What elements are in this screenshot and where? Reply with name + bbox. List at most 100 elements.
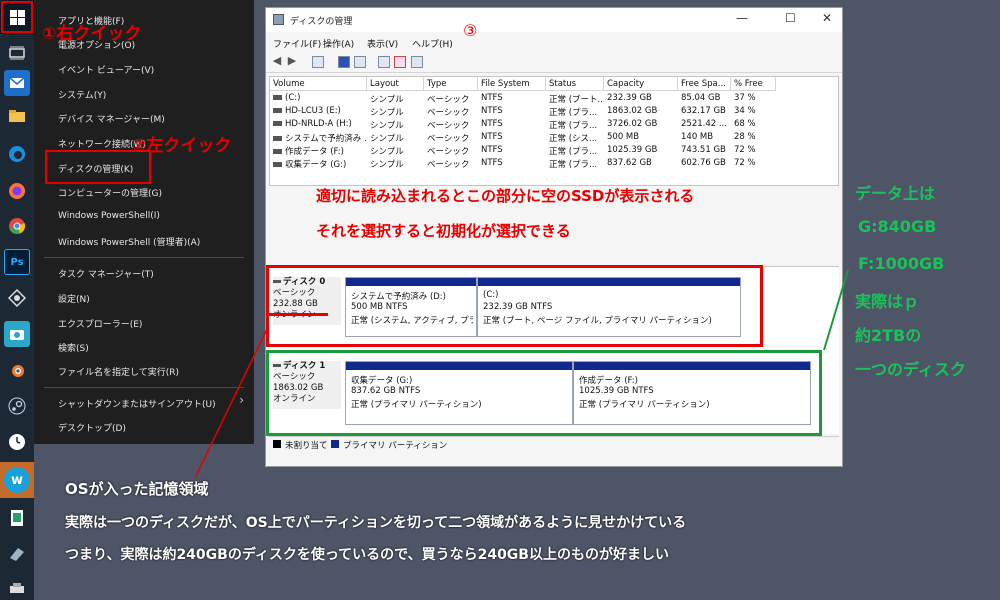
menu-item-task-manager[interactable]: タスク マネージャー(T) xyxy=(58,267,154,280)
menu-help[interactable]: ヘルプ(H) xyxy=(412,37,453,50)
green-note-line5: 約2TBの xyxy=(855,326,922,345)
check-icon[interactable] xyxy=(394,56,406,68)
disk0-size-underline xyxy=(268,313,328,316)
table-cell: 正常 (ブート... xyxy=(549,95,604,105)
menu-item-powershell[interactable]: Windows PowerShell(I) xyxy=(58,211,160,221)
camera-app-icon[interactable] xyxy=(4,321,30,347)
column-header-status[interactable]: Status xyxy=(546,77,604,91)
start-context-menu: アプリと機能(F) 電源オプション(O) イベント ビューアー(V) システム(… xyxy=(34,0,254,444)
table-cell: HD-NRLD-A (H:) xyxy=(270,118,367,130)
menu-item-event-viewer[interactable]: イベント ビューアー(V) xyxy=(58,63,154,76)
file-explorer-icon[interactable] xyxy=(4,103,30,129)
table-cell: (C:) xyxy=(270,92,367,104)
properties-icon[interactable] xyxy=(411,56,423,68)
table-cell: シンプル xyxy=(370,134,404,144)
menu-action[interactable]: 操作(A) xyxy=(323,37,354,50)
table-cell: NTFS xyxy=(481,145,503,155)
steam-icon[interactable] xyxy=(4,393,30,419)
menu-item-device-manager[interactable]: デバイス マネージャー(M) xyxy=(58,112,165,125)
table-cell: 500 MB xyxy=(607,132,640,142)
menu-file[interactable]: ファイル(F) xyxy=(273,37,321,50)
close-icon[interactable]: ✕ xyxy=(822,11,832,25)
table-cell: ベーシック xyxy=(427,95,470,105)
minimize-icon[interactable]: — xyxy=(736,11,748,25)
table-row[interactable]: システムで予約済み ... シンプル ベーシック NTFS 正常 (シス... 500 M… xyxy=(270,131,776,144)
volume-icon xyxy=(273,162,282,167)
os-note-line1: 実際は一つのディスクだが、OS上でパーティションを切って二つ領域があるように見せ… xyxy=(65,515,687,531)
table-cell: 2521.42 ... xyxy=(681,119,727,129)
step2-annotation: ②左クイック xyxy=(132,136,232,156)
menu-separator xyxy=(44,387,244,388)
table-cell: 632.17 GB xyxy=(681,106,726,116)
volume-icon xyxy=(273,108,282,113)
menu-item-search[interactable]: 検索(S) xyxy=(58,341,89,354)
table-row[interactable]: (C:) シンプル ベーシック NTFS 正常 (ブート... 232.39 GB 85.0… xyxy=(270,92,776,105)
column-header-type[interactable]: Type xyxy=(424,77,478,91)
table-row[interactable]: HD-NRLD-A (H:) シンプル ベーシック NTFS 正常 (プラ... 3726… xyxy=(270,118,776,131)
chrome-icon[interactable] xyxy=(4,213,30,239)
menu-bar: ファイル(F) 操作(A) 表示(V) ヘルプ(H) xyxy=(266,34,842,52)
menu-item-computer-management[interactable]: コンピューターの管理(G) xyxy=(58,186,162,199)
blender-icon[interactable] xyxy=(4,357,30,383)
clock-app-icon[interactable] xyxy=(4,429,30,455)
connect-icon[interactable] xyxy=(378,56,390,68)
toolbar: ◀ ▶ xyxy=(266,53,842,73)
table-row[interactable]: 作成データ (F:) シンプル ベーシック NTFS 正常 (プラ... 1025.39 … xyxy=(270,144,776,157)
green-note-line6: 一つのディスク xyxy=(855,360,966,379)
forward-arrow-icon[interactable]: ▶ xyxy=(286,55,298,68)
console-view-icon[interactable] xyxy=(354,56,366,68)
table-cell: HD-LCU3 (E:) xyxy=(270,105,367,117)
wp-app-icon[interactable]: w xyxy=(4,467,30,493)
table-row[interactable]: 収集データ (G:) シンプル ベーシック NTFS 正常 (プラ... 837.62 G… xyxy=(270,157,776,170)
cpu-tool-icon[interactable] xyxy=(4,285,30,311)
help-icon[interactable] xyxy=(338,56,350,68)
volume-name: (C:) xyxy=(285,93,301,103)
menu-item-explorer[interactable]: エクスプローラー(E) xyxy=(58,317,142,330)
green-note-line4: 実際はｐ xyxy=(855,292,920,311)
menu-item-system[interactable]: システム(Y) xyxy=(58,88,106,101)
unallocated-swatch xyxy=(273,440,281,448)
table-cell: 28 % xyxy=(734,132,756,142)
table-cell: 72 % xyxy=(734,158,756,168)
disk0-highlight-box xyxy=(266,265,763,347)
menu-item-desktop[interactable]: デスクトップ(D) xyxy=(58,421,126,434)
table-row[interactable]: HD-LCU3 (E:) シンプル ベーシック NTFS 正常 (プラ... 1863.0… xyxy=(270,105,776,118)
legend: 未割り当て プライマリ パーティション xyxy=(269,436,839,451)
maximize-icon[interactable]: ☐ xyxy=(785,11,796,25)
taskbar: Ps w xyxy=(0,0,34,600)
spreadsheet-icon[interactable] xyxy=(4,505,30,531)
view-pane-icon[interactable] xyxy=(312,56,324,68)
menu-item-settings[interactable]: 設定(N) xyxy=(58,292,90,305)
column-header-layout[interactable]: Layout xyxy=(367,77,424,91)
start-highlight-box xyxy=(1,1,33,33)
primary-swatch xyxy=(331,440,339,448)
table-cell: 3726.02 GB xyxy=(607,119,658,129)
table-cell: 85.04 GB xyxy=(681,93,721,103)
volume-name: 作成データ (F:) xyxy=(285,147,344,157)
table-cell: NTFS xyxy=(481,132,503,142)
os-note-line2: つまり、実際は約240GBのディスクを使っているので、買うなら240GB以上のも… xyxy=(65,547,669,563)
table-cell: ベーシック xyxy=(427,108,470,118)
column-header-free-space[interactable]: Free Spa... xyxy=(678,77,731,91)
menu-view[interactable]: 表示(V) xyxy=(367,37,398,50)
menu-item-run[interactable]: ファイル名を指定して実行(R) xyxy=(58,365,179,378)
table-cell: NTFS xyxy=(481,119,503,129)
table-cell: 232.39 GB xyxy=(607,93,652,103)
volume-icon xyxy=(273,121,282,126)
menu-item-shutdown[interactable]: シャットダウンまたはサインアウト(U) xyxy=(58,397,216,410)
table-cell: ベーシック xyxy=(427,121,470,131)
column-header-capacity[interactable]: Capacity xyxy=(604,77,678,91)
column-header-volume[interactable]: Volume xyxy=(270,77,367,91)
column-header-file-system[interactable]: File System xyxy=(478,77,546,91)
edge-icon[interactable] xyxy=(4,141,30,167)
mail-icon[interactable] xyxy=(4,70,30,96)
usb-app-icon[interactable] xyxy=(4,541,30,567)
firefox-icon[interactable] xyxy=(4,178,30,204)
photoshop-icon[interactable]: Ps xyxy=(4,249,30,275)
task-view-icon[interactable] xyxy=(4,40,30,66)
drive-app-icon[interactable] xyxy=(4,575,30,600)
table-cell: 正常 (プラ... xyxy=(549,108,598,118)
menu-item-powershell-admin[interactable]: Windows PowerShell (管理者)(A) xyxy=(58,235,200,248)
column-header-percent-free[interactable]: % Free xyxy=(731,77,776,91)
back-arrow-icon[interactable]: ◀ xyxy=(271,55,283,68)
